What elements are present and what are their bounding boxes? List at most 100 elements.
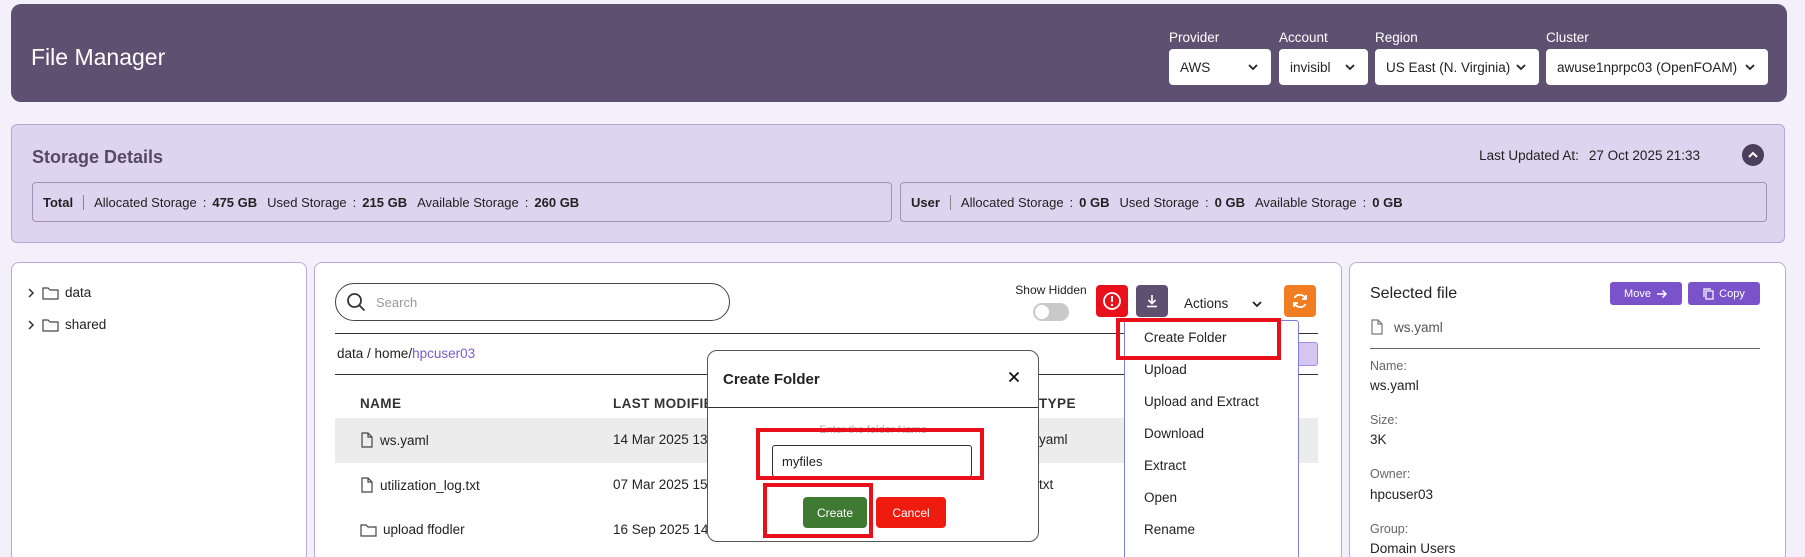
chevron-down-icon: [1516, 64, 1526, 71]
menu-item-upload-extract[interactable]: Upload and Extract: [1144, 394, 1259, 409]
menu-item-open[interactable]: Open: [1144, 490, 1177, 505]
meta-name-label: Name:: [1370, 359, 1407, 373]
total-available-label: Available Storage: [417, 194, 519, 210]
highlight-create-folder: [1116, 318, 1281, 360]
file-name-cell: utilization_log.txt: [360, 477, 480, 493]
menu-item-download[interactable]: Download: [1144, 426, 1204, 441]
column-header-type[interactable]: TYPE: [1039, 396, 1076, 411]
last-updated: Last Updated At: 27 Oct 2025 21:33: [1479, 148, 1700, 163]
file-name: utilization_log.txt: [380, 477, 480, 493]
file-icon: [361, 477, 373, 493]
account-value: invisibl: [1290, 59, 1331, 75]
provider-label: Provider: [1169, 30, 1220, 45]
last-updated-label: Last Updated At:: [1479, 148, 1579, 163]
breadcrumb-mid[interactable]: home/: [375, 346, 413, 361]
user-available-value: 0 GB: [1372, 194, 1403, 210]
collapse-button[interactable]: [1742, 144, 1764, 166]
chevron-down-icon: [1745, 64, 1755, 71]
region-select[interactable]: US East (N. Virginia): [1375, 49, 1539, 85]
search-input[interactable]: [376, 294, 696, 310]
file-modified: 16 Sep 2025 14:: [613, 522, 713, 537]
cluster-select[interactable]: awuse1nprpc03 (OpenFOAM): [1546, 49, 1768, 85]
breadcrumb: data / home/hpcuser03: [337, 346, 475, 361]
file-name-cell: ws.yaml: [360, 432, 429, 448]
file-icon: [1371, 319, 1383, 335]
download-button[interactable]: [1136, 285, 1168, 317]
tree-item-label: shared: [65, 317, 107, 332]
modal-title: Create Folder: [723, 371, 820, 388]
app-header: File Manager Provider AWS Account invisi…: [11, 4, 1787, 102]
warning-button[interactable]: [1096, 285, 1128, 317]
show-hidden-control: Show Hidden: [1011, 283, 1091, 321]
user-allocated-label: Allocated Storage: [960, 194, 1064, 210]
selected-file-panel: Selected file Move Copy ws.yaml Name: ws…: [1349, 262, 1786, 557]
tree-item-label: data: [65, 285, 92, 300]
meta-owner-label: Owner:: [1370, 467, 1411, 481]
menu-item-extract[interactable]: Extract: [1144, 458, 1186, 473]
highlight-folder-input: [756, 428, 984, 480]
cancel-button[interactable]: Cancel: [876, 497, 946, 528]
total-used-value: 215 GB: [362, 194, 408, 210]
region-label: Region: [1375, 30, 1418, 45]
user-allocated-value: 0 GB: [1079, 194, 1110, 210]
divider: [1370, 348, 1760, 349]
total-kind: Total: [43, 194, 85, 210]
column-header-name[interactable]: NAME: [360, 396, 401, 411]
separator: :: [524, 194, 529, 210]
provider-select-group: Provider AWS: [1169, 30, 1271, 85]
close-button[interactable]: [1008, 371, 1020, 383]
search-bar[interactable]: [335, 283, 730, 321]
close-icon: [1008, 371, 1020, 383]
refresh-icon: [1293, 293, 1307, 309]
meta-group-value: Domain Users: [1370, 541, 1456, 556]
page-title: File Manager: [31, 44, 166, 70]
storage-title: Storage Details: [32, 147, 164, 167]
meta-owner-value: hpcuser03: [1370, 487, 1434, 502]
account-select[interactable]: invisibl: [1279, 49, 1368, 85]
region-select-group: Region US East (N. Virginia): [1375, 30, 1539, 85]
column-header-modified[interactable]: LAST MODIFIE: [613, 396, 713, 411]
highlight-create-button: [763, 483, 873, 538]
separator: :: [1205, 194, 1209, 210]
refresh-button[interactable]: [1284, 285, 1316, 317]
show-hidden-toggle[interactable]: [1033, 303, 1069, 321]
account-select-group: Account invisibl: [1279, 30, 1368, 85]
move-label: Move: [1624, 287, 1651, 300]
breadcrumb-current[interactable]: hpcuser03: [412, 346, 475, 361]
chevron-down-icon: [1345, 64, 1355, 71]
file-icon: [361, 432, 373, 448]
copy-icon: [1703, 287, 1714, 300]
user-storage-box: User Allocated Storage : 0 GB Used Stora…: [900, 182, 1767, 222]
cluster-select-group: Cluster awuse1nprpc03 (OpenFOAM): [1546, 30, 1768, 85]
chevron-down-icon: [1248, 64, 1258, 71]
folder-icon: [42, 318, 59, 332]
file-name: ws.yaml: [380, 432, 429, 448]
search-icon: [347, 293, 366, 312]
provider-select[interactable]: AWS: [1169, 49, 1271, 85]
actions-dropdown[interactable]: Actions: [1184, 296, 1264, 311]
tree-item-shared[interactable]: shared: [26, 317, 106, 332]
alert-circle-icon: [1103, 292, 1121, 310]
breadcrumb-root[interactable]: data: [337, 346, 363, 361]
toggle-knob: [1035, 305, 1049, 319]
total-available-value: 260 GB: [534, 194, 580, 210]
meta-group-label: Group:: [1370, 522, 1409, 536]
cluster-value: awuse1nprpc03 (OpenFOAM): [1557, 59, 1738, 75]
account-label: Account: [1279, 30, 1328, 45]
tree-item-data[interactable]: data: [26, 285, 91, 300]
file-type: txt: [1039, 477, 1054, 492]
menu-item-upload[interactable]: Upload: [1144, 362, 1187, 377]
divider: [708, 407, 1038, 408]
file-name-cell: upload ffodler: [360, 522, 465, 537]
copy-button[interactable]: Copy: [1688, 282, 1760, 305]
menu-item-rename[interactable]: Rename: [1144, 522, 1195, 537]
user-available-label: Available Storage: [1254, 194, 1357, 210]
region-value: US East (N. Virginia): [1386, 59, 1511, 75]
separator: :: [1069, 194, 1074, 210]
actions-label: Actions: [1184, 296, 1229, 311]
total-used-label: Used Storage: [267, 194, 347, 210]
chevron-right-icon: [28, 319, 35, 330]
folder-icon: [42, 286, 59, 300]
provider-value: AWS: [1180, 59, 1211, 75]
move-button[interactable]: Move: [1610, 282, 1682, 305]
